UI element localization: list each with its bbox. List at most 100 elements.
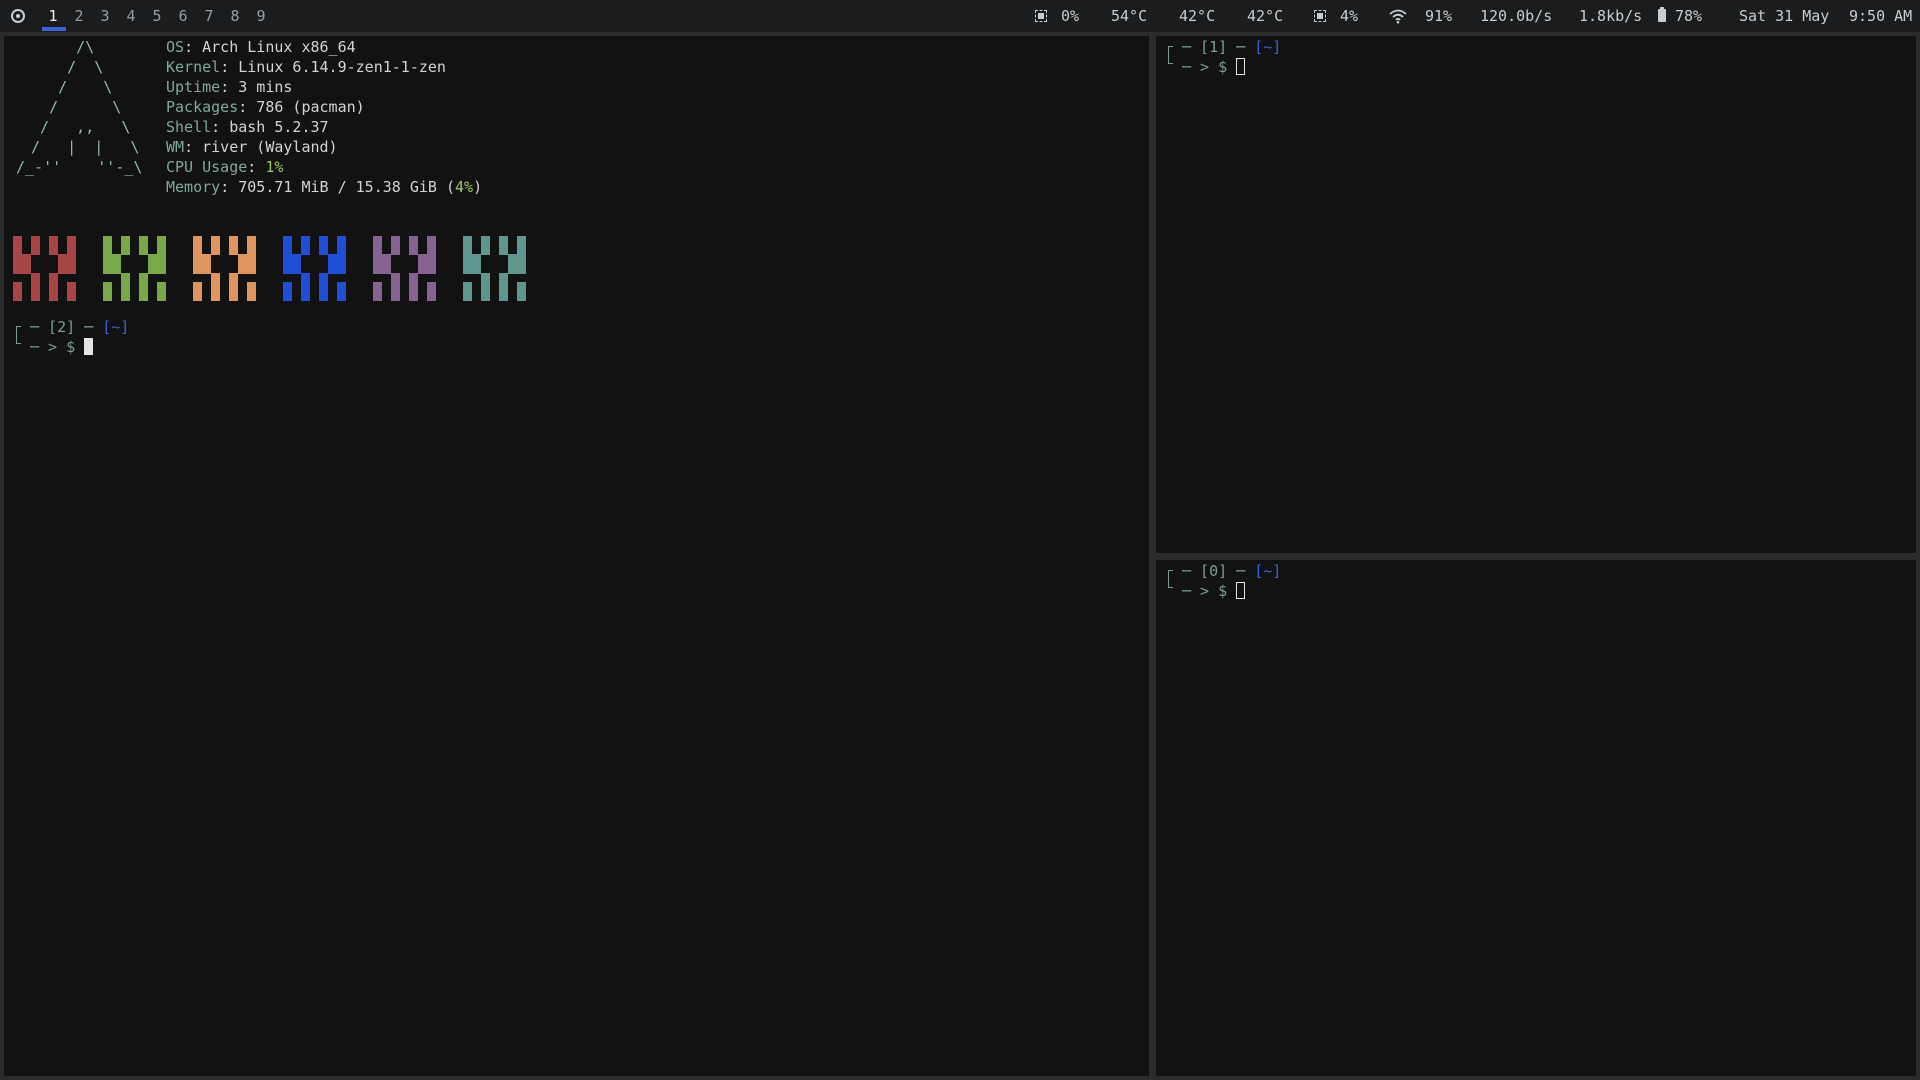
prompt-bracket xyxy=(1168,570,1173,588)
palette-pixel xyxy=(121,291,130,302)
palette-pixel xyxy=(139,245,148,256)
palette-pixel xyxy=(319,291,328,302)
prompt-header: ─ [2] ─ [~] xyxy=(30,318,130,336)
palette-pixel xyxy=(121,245,130,256)
logo-line: /\ xyxy=(22,38,95,56)
text-cursor xyxy=(1236,58,1245,75)
palette-pixel xyxy=(373,291,382,302)
palette-pixel xyxy=(481,245,490,256)
tag-7[interactable]: 7 xyxy=(196,0,222,32)
memory-chip-icon xyxy=(1314,10,1326,22)
tag-2[interactable]: 2 xyxy=(66,0,92,32)
palette-pixel xyxy=(31,291,40,302)
circle-dot-icon[interactable] xyxy=(11,9,25,23)
date: Sat 31 May xyxy=(1739,7,1830,25)
prompt-bracket xyxy=(1168,46,1173,64)
palette-pixel xyxy=(508,263,517,274)
tag-3[interactable]: 3 xyxy=(92,0,118,32)
palette-pixel xyxy=(292,263,301,274)
text-cursor xyxy=(84,338,93,355)
clock[interactable]: 9:50 AM xyxy=(1849,0,1912,32)
info-shell: Shell: bash 5.2.37 xyxy=(166,118,329,136)
palette-pixel xyxy=(193,263,202,274)
terminal-right-bottom[interactable]: ─ [0] ─ [~] ─ > $ xyxy=(1156,560,1916,1076)
palette-pixel xyxy=(148,263,157,274)
palette-pixel xyxy=(373,263,382,274)
prompt-line: ─ > $ xyxy=(30,338,85,356)
palette-pixel xyxy=(103,291,112,302)
palette-pixel xyxy=(67,263,76,274)
palette-pixel xyxy=(49,245,58,256)
tag-9[interactable]: 9 xyxy=(248,0,274,32)
palette-pixel xyxy=(157,291,166,302)
info-cpu: CPU Usage: 1% xyxy=(166,158,284,176)
palette-pixel xyxy=(157,263,166,274)
palette-pixel xyxy=(112,263,121,274)
palette-pixel xyxy=(319,245,328,256)
palette-pixel xyxy=(247,291,256,302)
palette-pixel xyxy=(67,291,76,302)
info-os: OS: Arch Linux x86_64 xyxy=(166,38,356,56)
palette-pixel xyxy=(211,291,220,302)
tag-8[interactable]: 8 xyxy=(222,0,248,32)
memory-usage: 4% xyxy=(1340,7,1359,25)
tag-4[interactable]: 4 xyxy=(118,0,144,32)
palette-pixel xyxy=(481,291,490,302)
palette-pixel xyxy=(391,291,400,302)
palette-pixel xyxy=(13,263,22,274)
palette-pixel xyxy=(427,291,436,302)
palette-pixel xyxy=(427,263,436,274)
palette-pixel xyxy=(211,245,220,256)
palette-pixel xyxy=(103,263,112,274)
logo-line: / \ xyxy=(22,58,104,76)
network-upload: 1.8kb/s xyxy=(1579,7,1643,25)
palette-pixel xyxy=(31,245,40,256)
prompt-line: ─ > $ xyxy=(1182,58,1237,76)
palette-pixel xyxy=(229,245,238,256)
tag-6[interactable]: 6 xyxy=(170,0,196,32)
info-packages: Packages: 786 (pacman) xyxy=(166,98,365,116)
palette-pixel xyxy=(337,263,346,274)
wifi-strength: 91% xyxy=(1425,7,1453,25)
palette-pixel xyxy=(499,291,508,302)
palette-pixel xyxy=(283,263,292,274)
palette-pixel xyxy=(229,291,238,302)
logo-line: / \ xyxy=(22,98,122,116)
network-download: 120.0b/s xyxy=(1480,7,1553,25)
palette-pixel xyxy=(49,291,58,302)
palette-pixel xyxy=(409,291,418,302)
terminal-right-top[interactable]: ─ [1] ─ [~] ─ > $ xyxy=(1156,36,1916,553)
tag-5[interactable]: 5 xyxy=(144,0,170,32)
palette-pixel xyxy=(463,263,472,274)
palette-pixel xyxy=(391,245,400,256)
palette-pixel xyxy=(202,263,211,274)
palette-pixel xyxy=(283,291,292,302)
cpu-usage: 0% xyxy=(1061,7,1080,25)
tag-1[interactable]: 1 xyxy=(40,0,66,32)
palette-pixel xyxy=(13,291,22,302)
prompt-line: ─ > $ xyxy=(1182,582,1237,600)
palette-pixel xyxy=(517,291,526,302)
cpu-chip-icon xyxy=(1035,10,1047,22)
wifi-icon[interactable] xyxy=(1389,7,1407,25)
logo-line: / ,, \ xyxy=(22,118,131,136)
prompt-header: ─ [1] ─ [~] xyxy=(1182,38,1282,56)
palette-pixel xyxy=(499,245,508,256)
palette-pixel xyxy=(418,263,427,274)
status-bar: 1 2 3 4 5 6 7 8 9 0% 54°C 42°C 42°C 4% 9… xyxy=(0,0,1920,32)
palette-pixel xyxy=(463,291,472,302)
terminal-left[interactable]: /\ / \ / \ / \ / ,, \ / | | \ /_-'' ''-_… xyxy=(4,36,1149,1076)
palette-pixel xyxy=(337,291,346,302)
palette-pixel xyxy=(301,291,310,302)
info-uptime: Uptime: 3 mins xyxy=(166,78,293,96)
battery-level: 78% xyxy=(1675,7,1703,25)
logo-line: / | | \ xyxy=(22,138,140,156)
info-wm: WM: river (Wayland) xyxy=(166,138,338,156)
palette-pixel xyxy=(139,291,148,302)
palette-pixel xyxy=(409,245,418,256)
palette-pixel xyxy=(328,263,337,274)
palette-pixel xyxy=(382,263,391,274)
temperature-3: 42°C xyxy=(1247,7,1284,25)
info-kernel: Kernel: Linux 6.14.9-zen1-1-zen xyxy=(166,58,446,76)
text-cursor xyxy=(1236,582,1245,599)
